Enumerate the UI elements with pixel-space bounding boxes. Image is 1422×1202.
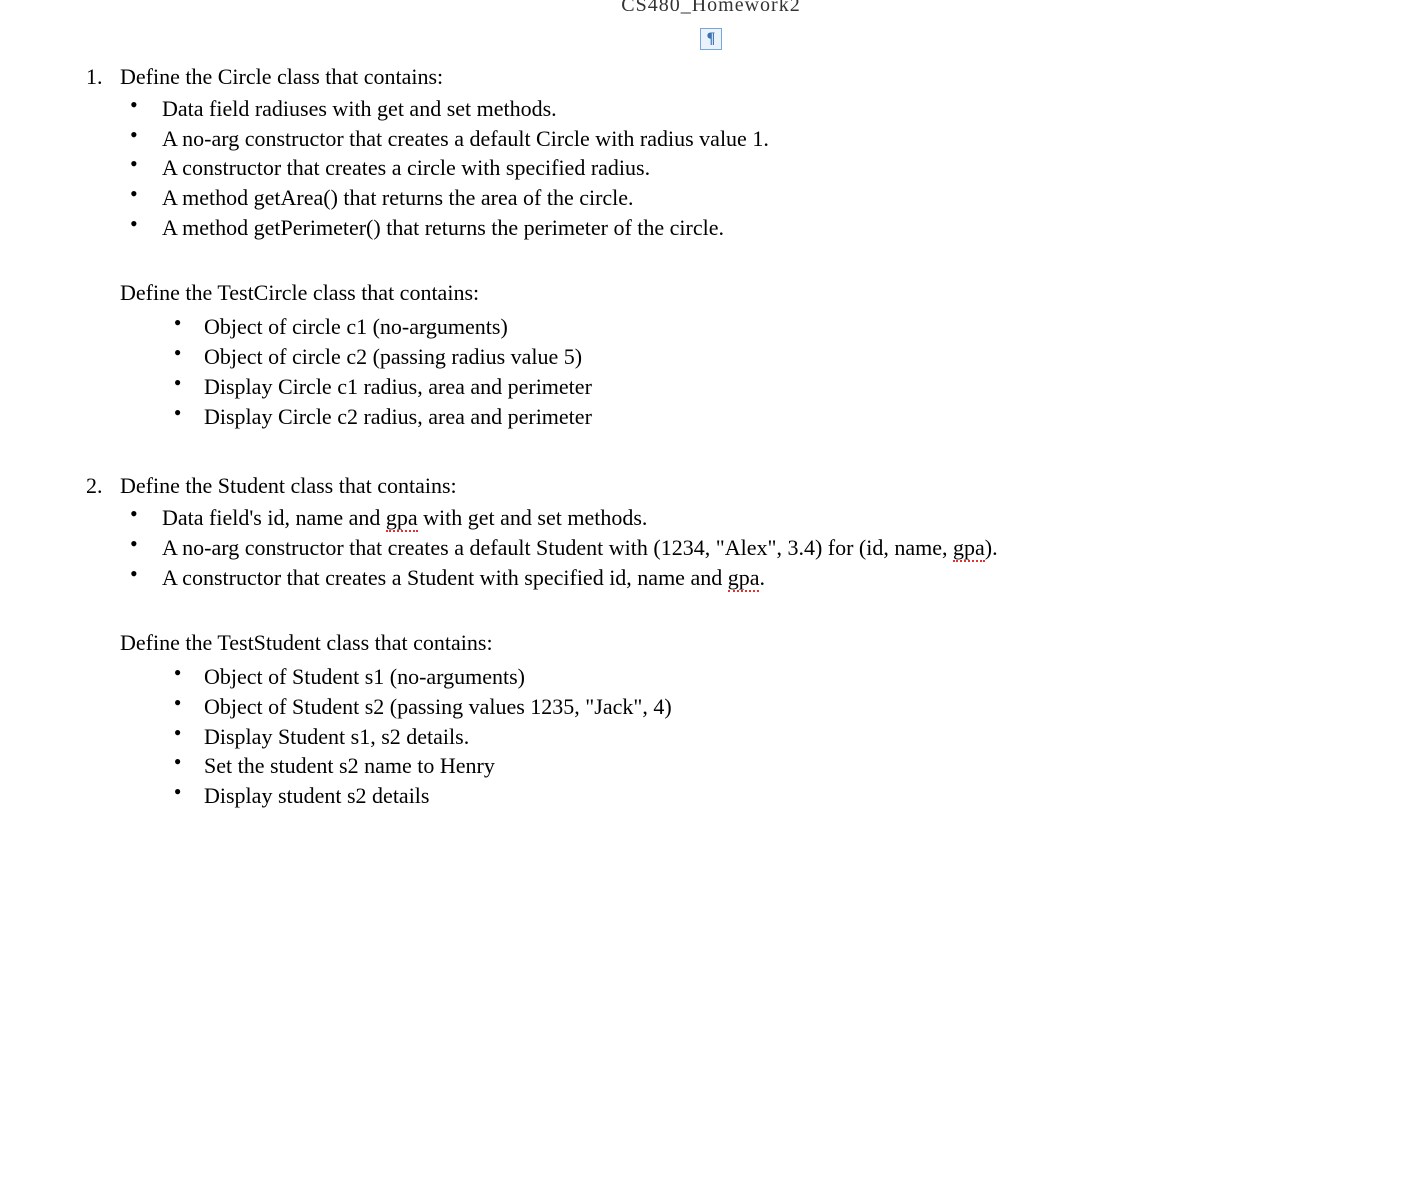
q2-bullets-b: Object of Student s1 (no-arguments) Obje… xyxy=(120,662,1362,810)
q2-subhead: Define the TestStudent class that contai… xyxy=(120,630,1362,656)
text: Data field's id, name and xyxy=(162,505,386,530)
q2-bullets-a: Data field's id, name and gpa with get a… xyxy=(120,503,1362,592)
list-item: A method getPerimeter() that returns the… xyxy=(130,213,1362,243)
spellcheck-gpa: gpa xyxy=(386,505,418,532)
text: ). xyxy=(985,535,998,560)
list-item: A no-arg constructor that creates a defa… xyxy=(130,124,1362,154)
list-item: Object of circle c1 (no-arguments) xyxy=(174,312,1362,342)
list-item: Object of Student s2 (passing values 123… xyxy=(174,692,1362,722)
q2-intro: Define the Student class that contains: xyxy=(120,473,1362,499)
list-item: A constructor that creates a circle with… xyxy=(130,153,1362,183)
list-item: A no-arg constructor that creates a defa… xyxy=(130,533,1362,563)
list-item: Display student s2 details xyxy=(174,781,1362,811)
list-item: A constructor that creates a Student wit… xyxy=(130,563,1362,593)
list-item: Object of circle c2 (passing radius valu… xyxy=(174,342,1362,372)
question-list: Define the Circle class that contains: D… xyxy=(60,64,1362,811)
pilcrow-icon: ¶ xyxy=(700,28,723,50)
list-item: Data field radiuses with get and set met… xyxy=(130,94,1362,124)
spellcheck-gpa: gpa xyxy=(953,535,985,562)
list-item: Display Circle c1 radius, area and perim… xyxy=(174,372,1362,402)
spellcheck-gpa: gpa xyxy=(728,565,760,592)
text: A no-arg constructor that creates a defa… xyxy=(162,535,953,560)
question-1: Define the Circle class that contains: D… xyxy=(108,64,1362,431)
list-item: Object of Student s1 (no-arguments) xyxy=(174,662,1362,692)
text: A constructor that creates a Student wit… xyxy=(162,565,728,590)
pilcrow-marker-wrap: ¶ xyxy=(60,23,1362,50)
list-item: Set the student s2 name to Henry xyxy=(174,751,1362,781)
list-item: A method getArea() that returns the area… xyxy=(130,183,1362,213)
list-item: Display Student s1, s2 details. xyxy=(174,722,1362,752)
question-2: Define the Student class that contains: … xyxy=(108,473,1362,811)
list-item: Display Circle c2 radius, area and perim… xyxy=(174,402,1362,432)
text: . xyxy=(759,565,765,590)
list-item: Data field's id, name and gpa with get a… xyxy=(130,503,1362,533)
q1-subhead: Define the TestCircle class that contain… xyxy=(120,280,1362,306)
q1-bullets-a: Data field radiuses with get and set met… xyxy=(120,94,1362,242)
q1-bullets-b: Object of circle c1 (no-arguments) Objec… xyxy=(120,312,1362,431)
q1-intro: Define the Circle class that contains: xyxy=(120,64,1362,90)
document-page: CS480_Homework2 ¶ Define the Circle clas… xyxy=(0,0,1422,913)
text: with get and set methods. xyxy=(418,505,648,530)
page-header-partial: CS480_Homework2 xyxy=(60,0,1362,17)
